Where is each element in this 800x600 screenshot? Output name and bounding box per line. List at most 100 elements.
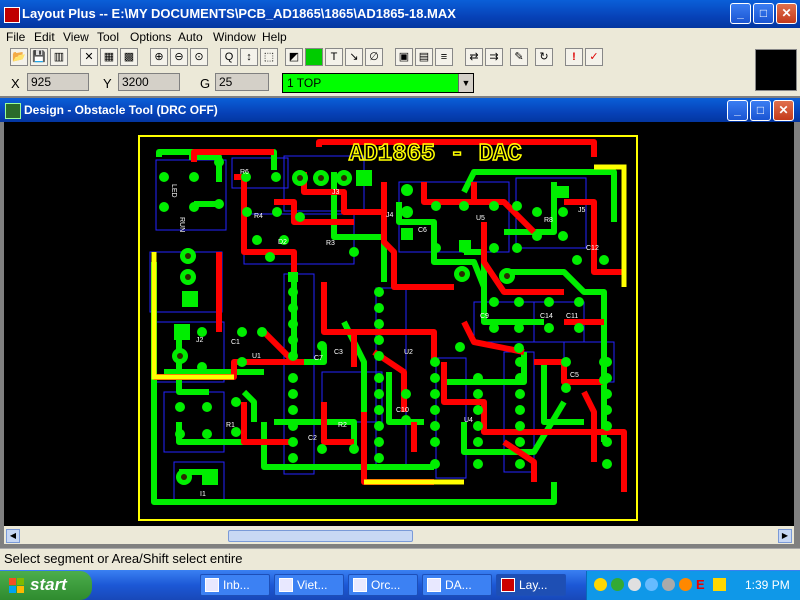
doc-maximize-button[interactable]: □ (750, 100, 771, 121)
refresh-icon[interactable]: ↻ (535, 48, 553, 66)
grid-icon[interactable]: ▩ (120, 48, 138, 66)
orcad-icon (353, 578, 367, 592)
ref-label: R2 (338, 422, 347, 429)
menu-edit[interactable]: Edit (34, 30, 55, 44)
zoom-in-icon[interactable]: ⊕ (150, 48, 168, 66)
browser-icon (279, 578, 293, 592)
e-icon[interactable]: E (696, 578, 709, 591)
ref-label: J4 (386, 212, 394, 219)
ref-label: I1 (200, 491, 206, 498)
network-icon[interactable] (628, 578, 641, 591)
shield-icon[interactable] (611, 578, 624, 591)
ref-label: U2 (404, 349, 413, 356)
task-orcad[interactable]: Orc... (348, 574, 418, 596)
ref-label: R4 (254, 213, 263, 220)
document-title: Design - Obstacle Tool (DRC OFF) (24, 103, 218, 117)
warning-icon[interactable]: ! (565, 48, 583, 66)
app-icon[interactable] (4, 7, 20, 23)
drc-check-icon[interactable]: ✓ (585, 48, 603, 66)
task-inbox[interactable]: Inb... (200, 574, 270, 596)
spreadsheet-icon[interactable]: ▦ (100, 48, 118, 66)
g-label: G (200, 76, 211, 91)
ref-label: U4 (464, 417, 473, 424)
query-icon[interactable]: Q (220, 48, 238, 66)
obstacle-icon[interactable]: ◩ (285, 48, 303, 66)
pin-icon[interactable]: ↕ (240, 48, 258, 66)
connection-icon[interactable]: ↘ (345, 48, 363, 66)
save-icon[interactable]: 💾 (30, 48, 48, 66)
ref-label: R3 (326, 240, 335, 247)
board-label: AD1865 - DAC (349, 141, 522, 168)
component-icon[interactable]: ⬚ (260, 48, 278, 66)
toolbar: 📂 💾 ▥ ✕ ▦ ▩ ⊕ ⊖ ⊙ Q ↕ ⬚ ◩ T ↘ ∅ ▣ ▤ ≡ ⇄ … (0, 46, 800, 70)
ref-label: J3 (332, 189, 340, 196)
menu-view[interactable]: View (63, 30, 89, 44)
y-label: Y (103, 76, 112, 91)
pcb-layout[interactable]: AD1865 - DAC R6 R4 R3 D2 LED RUN J3 J4 C… (4, 122, 794, 526)
ref-label: U5 (476, 215, 485, 222)
app-close-button[interactable]: ✕ (776, 3, 797, 24)
layer-dropdown-arrow[interactable]: ▼ (458, 74, 473, 92)
scroll-thumb[interactable] (228, 530, 413, 542)
shove-icon[interactable]: ⇉ (485, 48, 503, 66)
ref-label: RUN (178, 217, 185, 232)
task-da[interactable]: DA... (422, 574, 492, 596)
ref-label: R8 (544, 217, 553, 224)
smiley-icon[interactable] (594, 578, 607, 591)
speaker-icon[interactable] (662, 578, 675, 591)
ref-label: R1 (226, 422, 235, 429)
doc-minimize-button[interactable]: _ (727, 100, 748, 121)
open-icon[interactable]: 📂 (10, 48, 28, 66)
layout-icon (501, 578, 515, 592)
scroll-left-icon[interactable]: ◀ (6, 529, 20, 543)
menu-help[interactable]: Help (262, 30, 287, 44)
ref-label: C6 (418, 227, 427, 234)
grid-value: 25 (215, 73, 269, 91)
scroll-right-icon[interactable]: ▶ (778, 529, 792, 543)
doc-close-button[interactable]: ✕ (773, 100, 794, 121)
x-value: 925 (27, 73, 89, 91)
document-icon (427, 578, 441, 592)
menu-window[interactable]: Window (213, 30, 256, 44)
start-label: start (30, 575, 67, 594)
ref-label: C5 (570, 372, 579, 379)
windows-flag-icon (9, 578, 25, 594)
clock: 1:39 PM (745, 578, 790, 592)
ref-label: C12 (586, 245, 599, 252)
color-icon[interactable]: ▣ (395, 48, 413, 66)
messenger-icon[interactable] (645, 578, 658, 591)
ref-label: R6 (240, 169, 249, 176)
status-text: Select segment or Area/Shift select enti… (4, 551, 243, 566)
menu-bar: File Edit View Tool Options Auto Window … (0, 28, 800, 46)
layer-select[interactable]: 1 TOP (282, 73, 474, 93)
menu-file[interactable]: File (6, 30, 25, 44)
zoom-all-icon[interactable]: ⊙ (190, 48, 208, 66)
ref-label: C14 (540, 313, 553, 320)
task-viet[interactable]: Viet... (274, 574, 344, 596)
app-minimize-button[interactable]: _ (730, 3, 751, 24)
library-icon[interactable]: ▥ (50, 48, 68, 66)
text-icon[interactable]: T (325, 48, 343, 66)
drc-icon[interactable]: ▤ (415, 48, 433, 66)
menu-tool[interactable]: Tool (97, 30, 119, 44)
error-icon[interactable]: ∅ (365, 48, 383, 66)
zoom-out-icon[interactable]: ⊖ (170, 48, 188, 66)
update-icon[interactable] (679, 578, 692, 591)
pencil-icon[interactable] (713, 578, 726, 591)
app-maximize-button[interactable]: □ (753, 3, 774, 24)
ref-label: C2 (308, 435, 317, 442)
ref-label: LED (170, 184, 177, 198)
reconnect-icon[interactable]: ⇄ (465, 48, 483, 66)
menu-options[interactable]: Options (130, 30, 171, 44)
ref-label: C9 (480, 313, 489, 320)
document-icon[interactable] (5, 103, 21, 119)
menu-auto[interactable]: Auto (178, 30, 203, 44)
ref-label: J5 (578, 207, 586, 214)
task-layout[interactable]: Lay... (496, 574, 566, 596)
obstacle-tool-active[interactable] (305, 48, 323, 66)
layers-icon[interactable]: ≡ (435, 48, 453, 66)
edit-icon[interactable]: ✎ (510, 48, 528, 66)
close-icon[interactable]: ✕ (80, 48, 98, 66)
ref-label: J2 (196, 337, 204, 344)
start-button[interactable]: start (0, 571, 92, 600)
